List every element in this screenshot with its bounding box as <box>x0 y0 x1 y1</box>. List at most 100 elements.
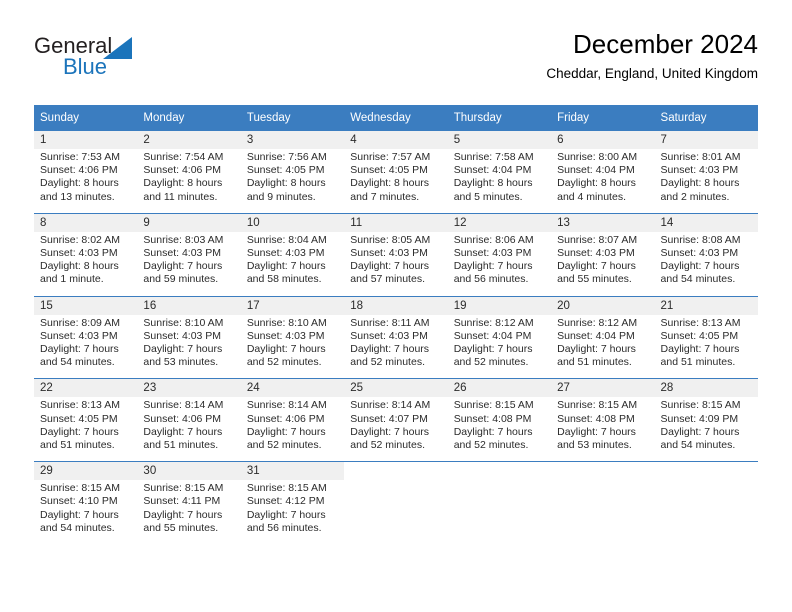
daylight-text-line1: Daylight: 8 hours <box>557 177 636 190</box>
day-cell-number[interactable]: 4 <box>344 131 448 149</box>
day-cell-number[interactable]: 21 <box>654 295 758 315</box>
day-cell-number[interactable]: 25 <box>344 378 448 398</box>
daylight-text-line2: and 53 minutes. <box>143 356 219 369</box>
daylight-text-line1: Daylight: 7 hours <box>557 425 636 438</box>
sunset-text: Sunset: 4:11 PM <box>143 495 221 508</box>
day-cell-number[interactable]: 7 <box>654 131 758 149</box>
day-cell-number[interactable]: 19 <box>447 295 552 315</box>
sunset-text: Sunset: 4:04 PM <box>557 164 635 177</box>
calendar-page: General Blue December 2024 Cheddar, Engl… <box>0 0 792 612</box>
sunrise-text: Sunrise: 8:07 AM <box>557 233 638 246</box>
day-cell-info: Sunrise: 8:14 AM Sunset: 4:06 PM Dayligh… <box>137 397 241 462</box>
sunset-text: Sunset: 4:03 PM <box>557 247 635 260</box>
day-cell-number[interactable]: 14 <box>654 212 758 232</box>
day-cell-info: Sunrise: 8:12 AM Sunset: 4:04 PM Dayligh… <box>551 314 655 379</box>
day-cell-number[interactable]: 30 <box>137 461 241 481</box>
sunset-text: Sunset: 4:03 PM <box>350 329 428 342</box>
daylight-text-line1: Daylight: 7 hours <box>246 425 326 438</box>
daylight-text-line1: Daylight: 7 hours <box>660 343 740 356</box>
sunset-text: Sunset: 4:03 PM <box>246 329 325 342</box>
daylight-text-line1: Daylight: 8 hours <box>40 260 119 273</box>
day-cell-info: Sunrise: 8:15 AM Sunset: 4:12 PM Dayligh… <box>240 480 345 545</box>
daylight-text-line2: and 5 minutes. <box>453 190 523 203</box>
day-cell-info: Sunrise: 7:56 AM Sunset: 4:05 PM Dayligh… <box>240 149 345 214</box>
day-cell-number[interactable]: 6 <box>551 131 655 149</box>
day-cell-number[interactable]: 11 <box>344 212 448 232</box>
week-day-number-row: 1 2 3 4 5 6 7 <box>34 131 758 149</box>
day-cell-number[interactable]: 22 <box>34 378 138 398</box>
daylight-text-line2: and 4 minutes. <box>557 190 626 203</box>
day-cell-number[interactable]: 10 <box>240 212 345 232</box>
sunrise-text: Sunrise: 7:57 AM <box>350 151 431 163</box>
day-cell-empty <box>551 480 655 545</box>
daylight-text-line2: and 1 minute. <box>40 273 104 286</box>
column-header-thursday: Thursday <box>447 105 552 131</box>
daylight-text-line1: Daylight: 7 hours <box>557 260 636 273</box>
daylight-text-line1: Daylight: 7 hours <box>350 260 430 273</box>
day-cell-number[interactable]: 1 <box>34 131 138 149</box>
day-cell-number[interactable]: 26 <box>447 378 552 398</box>
day-cell-info: Sunrise: 8:13 AM Sunset: 4:05 PM Dayligh… <box>654 314 758 379</box>
day-cell-empty <box>654 461 758 481</box>
daylight-text-line2: and 54 minutes. <box>660 439 736 452</box>
day-cell-empty <box>447 480 552 545</box>
sunrise-text: Sunrise: 8:10 AM <box>246 316 327 329</box>
day-cell-info: Sunrise: 8:10 AM Sunset: 4:03 PM Dayligh… <box>137 314 241 379</box>
sunset-text: Sunset: 4:05 PM <box>350 164 428 177</box>
day-cell-info: Sunrise: 8:08 AM Sunset: 4:03 PM Dayligh… <box>654 231 758 297</box>
sunrise-text: Sunrise: 8:05 AM <box>350 233 431 246</box>
sunrise-text: Sunrise: 8:12 AM <box>557 316 638 329</box>
daylight-text-line2: and 54 minutes. <box>40 356 115 369</box>
sunset-text: Sunset: 4:08 PM <box>453 412 532 425</box>
title-block: December 2024 Cheddar, England, United K… <box>546 28 758 84</box>
day-cell-number[interactable]: 27 <box>551 378 655 398</box>
daylight-text-line2: and 7 minutes. <box>350 190 420 203</box>
calendar-week-row: 1 2 3 4 5 6 7 Sunrise: 7:53 AM Sunset: 4… <box>34 131 758 214</box>
sunrise-text: Sunrise: 8:14 AM <box>350 399 431 412</box>
day-cell-number[interactable]: 9 <box>137 212 241 232</box>
sunset-text: Sunset: 4:07 PM <box>350 412 428 425</box>
page-subtitle: Cheddar, England, United Kingdom <box>546 66 758 81</box>
day-cell-number[interactable]: 3 <box>240 131 345 149</box>
sunset-text: Sunset: 4:03 PM <box>40 247 118 260</box>
page-title: December 2024 <box>573 29 758 59</box>
day-cell-number[interactable]: 17 <box>240 295 345 315</box>
day-cell-number[interactable]: 24 <box>240 378 345 398</box>
day-cell-number[interactable]: 31 <box>240 461 345 481</box>
daylight-text-line1: Daylight: 7 hours <box>350 425 430 438</box>
day-cell-number[interactable]: 12 <box>447 212 552 232</box>
sunrise-text: Sunrise: 8:11 AM <box>350 316 430 329</box>
day-cell-number[interactable]: 16 <box>137 295 241 315</box>
sunset-text: Sunset: 4:06 PM <box>40 164 118 177</box>
sunset-text: Sunset: 4:04 PM <box>453 164 532 177</box>
day-cell-number[interactable]: 5 <box>447 131 552 149</box>
sunset-text: Sunset: 4:03 PM <box>246 247 325 260</box>
day-cell-number[interactable]: 20 <box>551 295 655 315</box>
day-cell-number[interactable]: 2 <box>137 131 241 149</box>
daylight-text-line2: and 13 minutes. <box>40 190 115 203</box>
daylight-text-line2: and 55 minutes. <box>143 521 219 534</box>
day-cell-number[interactable]: 29 <box>34 461 138 481</box>
daylight-text-line2: and 52 minutes. <box>453 356 529 369</box>
day-cell-info: Sunrise: 8:01 AM Sunset: 4:03 PM Dayligh… <box>654 149 758 214</box>
daylight-text-line2: and 58 minutes. <box>246 273 322 286</box>
daylight-text-line1: Daylight: 7 hours <box>40 343 119 356</box>
daylight-text-line2: and 51 minutes. <box>40 439 115 452</box>
daylight-text-line2: and 53 minutes. <box>557 439 632 452</box>
sunrise-text: Sunrise: 8:15 AM <box>557 399 638 412</box>
day-cell-number[interactable]: 23 <box>137 378 241 398</box>
daylight-text-line1: Daylight: 8 hours <box>143 177 223 190</box>
week-day-number-row: 8 9 10 11 12 13 14 <box>34 212 758 232</box>
daylight-text-line2: and 11 minutes. <box>143 190 218 203</box>
day-cell-number[interactable]: 28 <box>654 378 758 398</box>
sunrise-sunset-calendar-table: Sunday Monday Tuesday Wednesday Thursday… <box>34 105 758 545</box>
daylight-text-line2: and 52 minutes. <box>453 439 529 452</box>
week-day-number-row: 22 23 24 25 26 27 28 <box>34 378 758 398</box>
day-cell-number[interactable]: 8 <box>34 212 138 232</box>
day-cell-number[interactable]: 15 <box>34 295 138 315</box>
sunrise-text: Sunrise: 8:15 AM <box>453 399 534 412</box>
day-cell-number[interactable]: 18 <box>344 295 448 315</box>
day-cell-info: Sunrise: 8:07 AM Sunset: 4:03 PM Dayligh… <box>551 231 655 297</box>
week-day-number-row: 29 30 31 <box>34 461 758 481</box>
day-cell-number[interactable]: 13 <box>551 212 655 232</box>
